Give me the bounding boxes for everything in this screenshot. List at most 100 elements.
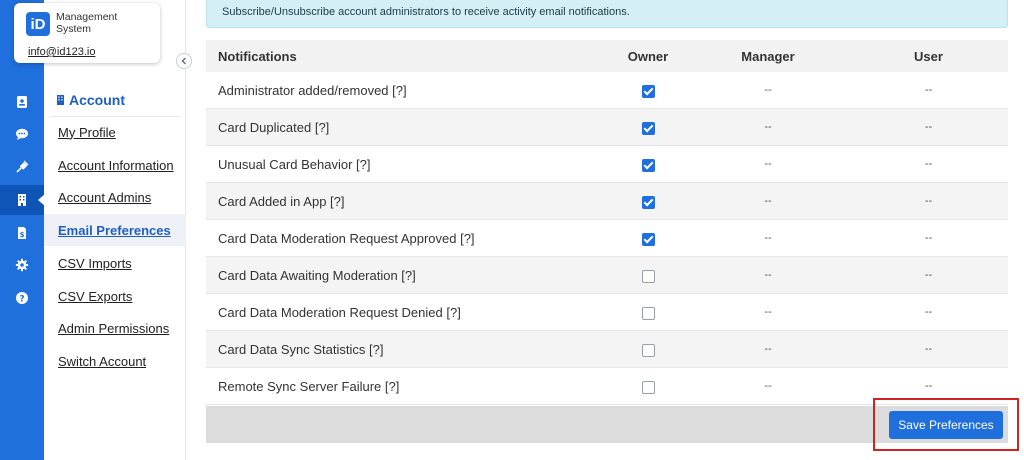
gear-icon bbox=[15, 258, 29, 272]
manager-cell: -- bbox=[764, 343, 772, 355]
table-row: Card Duplicated [?] -- -- bbox=[206, 109, 1008, 146]
rail-chat[interactable] bbox=[0, 119, 44, 149]
chat-icon bbox=[16, 128, 28, 140]
save-preferences-button[interactable]: Save Preferences bbox=[889, 411, 1003, 439]
nav-item-account-information[interactable]: Account Information bbox=[44, 149, 186, 181]
building-icon bbox=[57, 95, 64, 105]
nav-item-csv-exports[interactable]: CSV Exports bbox=[44, 280, 186, 312]
info-banner: Subscribe/Unsubscribe account administra… bbox=[206, 0, 1008, 28]
brand-name: Management System bbox=[56, 11, 118, 35]
notification-name: Remote Sync Server Failure [?] bbox=[218, 378, 400, 394]
plug-icon bbox=[16, 160, 29, 173]
table-row: Card Data Awaiting Moderation [?] -- -- bbox=[206, 257, 1008, 294]
user-cell: -- bbox=[924, 121, 933, 133]
nav-item-email-preferences[interactable]: Email Preferences bbox=[44, 214, 186, 246]
svg-text:$: $ bbox=[20, 231, 25, 239]
table-row: Card Added in App [?] -- -- bbox=[206, 183, 1008, 220]
owner-cell bbox=[613, 193, 683, 209]
nav-item-label: My Profile bbox=[58, 124, 116, 140]
notification-name: Card Data Awaiting Moderation [?] bbox=[218, 267, 416, 283]
table-footer bbox=[206, 406, 1008, 443]
owner-checkbox-unchecked[interactable] bbox=[641, 380, 655, 394]
nav-item-label: Admin Permissions bbox=[58, 320, 170, 336]
owner-cell bbox=[613, 156, 683, 172]
user-cell: -- bbox=[924, 380, 933, 392]
notification-name: Card Duplicated [?] bbox=[218, 119, 330, 135]
nav-section-label: Account bbox=[69, 92, 125, 108]
rail-help[interactable]: ? bbox=[0, 283, 44, 313]
notification-name: Card Data Sync Statistics [?] bbox=[218, 341, 384, 357]
nav-item-csv-imports[interactable]: CSV Imports bbox=[44, 247, 186, 279]
rail-gear[interactable] bbox=[0, 250, 44, 280]
nav-item-label: CSV Exports bbox=[58, 288, 133, 304]
collapse-sidebar-button[interactable] bbox=[176, 53, 192, 69]
id-card-icon bbox=[17, 96, 27, 108]
nav-item-label: Account Information bbox=[58, 157, 174, 173]
manager-cell: -- bbox=[764, 306, 772, 318]
nav-item-admin-permissions[interactable]: Admin Permissions bbox=[44, 312, 186, 344]
owner-checkbox-checked[interactable] bbox=[641, 158, 655, 172]
owner-checkbox-unchecked[interactable] bbox=[641, 306, 655, 320]
owner-cell bbox=[613, 304, 683, 320]
user-cell: -- bbox=[924, 158, 933, 170]
manager-cell: -- bbox=[764, 232, 772, 244]
rail-id-card[interactable] bbox=[0, 87, 44, 117]
nav-item-switch-account[interactable]: Switch Account bbox=[44, 345, 186, 377]
owner-checkbox-checked[interactable] bbox=[641, 195, 655, 209]
manager-cell: -- bbox=[764, 121, 772, 133]
owner-cell bbox=[613, 230, 683, 246]
nav-item-account-admins[interactable]: Account Admins bbox=[44, 181, 186, 213]
manager-cell: -- bbox=[764, 84, 772, 96]
account-email-link[interactable]: info@id123.io bbox=[28, 46, 95, 58]
manager-cell: -- bbox=[764, 195, 772, 207]
nav-item-label: Switch Account bbox=[58, 353, 147, 369]
user-cell: -- bbox=[924, 269, 933, 281]
header-owner: Owner bbox=[627, 48, 669, 64]
owner-cell bbox=[613, 378, 683, 394]
header-notifications: Notifications bbox=[218, 48, 297, 64]
table-header: Notifications Owner Manager User bbox=[206, 40, 1008, 72]
user-cell: -- bbox=[924, 84, 933, 96]
table-row: Card Data Sync Statistics [?] -- -- bbox=[206, 331, 1008, 368]
svg-text:?: ? bbox=[19, 295, 24, 305]
table-row: Remote Sync Server Failure [?] -- -- bbox=[206, 368, 1008, 405]
rail-plug[interactable] bbox=[0, 152, 44, 182]
brand-card: iD Management System info@id123.io bbox=[14, 3, 160, 63]
nav-section-title: Account bbox=[56, 92, 125, 108]
brand-logo: iD bbox=[26, 12, 50, 36]
header-manager: Manager bbox=[741, 48, 795, 64]
user-cell: -- bbox=[924, 195, 933, 207]
owner-checkbox-checked[interactable] bbox=[641, 84, 655, 98]
owner-checkbox-unchecked[interactable] bbox=[641, 343, 655, 357]
owner-cell bbox=[613, 341, 683, 357]
header-user: User bbox=[914, 48, 943, 64]
table-body: Administrator added/removed [?] -- -- Card … bbox=[206, 72, 1008, 405]
table-row: Administrator added/removed [?] -- -- bbox=[206, 72, 1008, 109]
table-row: Card Data Moderation Request Approved [?… bbox=[206, 220, 1008, 257]
owner-cell bbox=[613, 267, 683, 283]
owner-cell bbox=[613, 119, 683, 135]
notification-name: Card Added in App [?] bbox=[218, 193, 345, 209]
file-dollar-icon: $ bbox=[18, 227, 26, 239]
rail-file-dollar[interactable]: $ bbox=[0, 218, 44, 248]
user-cell: -- bbox=[924, 343, 933, 355]
nav-item-my-profile[interactable]: My Profile bbox=[44, 116, 186, 148]
nav-item-label: CSV Imports bbox=[58, 255, 132, 271]
nav-item-label: Email Preferences bbox=[58, 222, 171, 238]
manager-cell: -- bbox=[764, 269, 772, 281]
manager-cell: -- bbox=[764, 158, 772, 170]
owner-checkbox-unchecked[interactable] bbox=[641, 269, 655, 283]
table-row: Unusual Card Behavior [?] -- -- bbox=[206, 146, 1008, 183]
user-cell: -- bbox=[924, 306, 933, 318]
rail-building[interactable] bbox=[0, 185, 45, 215]
notification-name: Card Data Moderation Request Approved [?… bbox=[218, 230, 475, 246]
building-icon bbox=[18, 194, 26, 206]
notification-name: Administrator added/removed [?] bbox=[218, 82, 407, 98]
table-row: Card Data Moderation Request Denied [?] -… bbox=[206, 294, 1008, 331]
owner-checkbox-checked[interactable] bbox=[641, 232, 655, 246]
manager-cell: -- bbox=[764, 380, 772, 392]
icon-rail: $ ? bbox=[0, 0, 45, 460]
notification-name: Card Data Moderation Request Denied [?] bbox=[218, 304, 461, 320]
notifications-table: Notifications Owner Manager User Adminis… bbox=[206, 40, 1008, 405]
owner-checkbox-checked[interactable] bbox=[641, 121, 655, 135]
